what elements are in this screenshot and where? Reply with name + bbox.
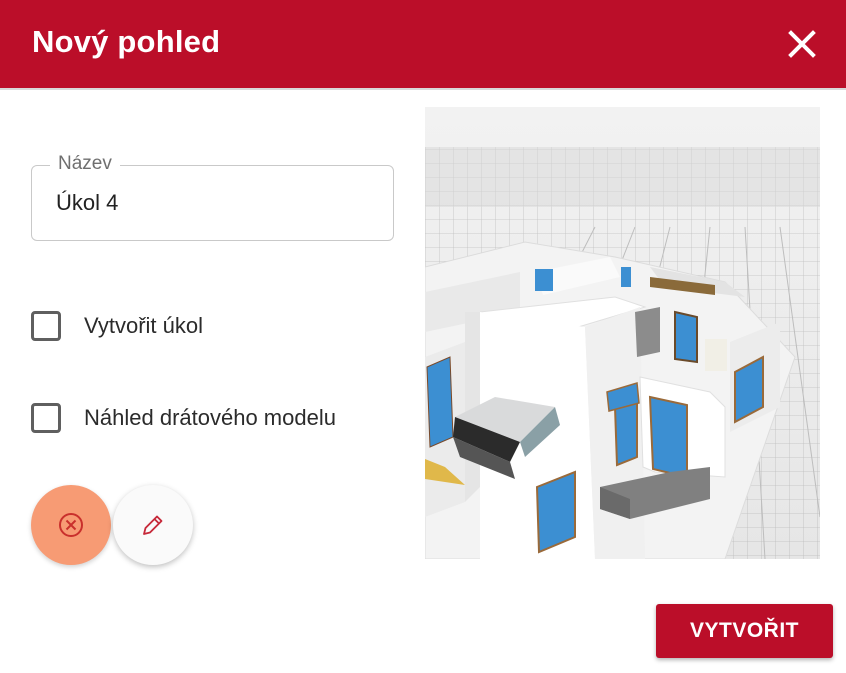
name-field-value[interactable]: Úkol 4 [56, 190, 118, 216]
name-field-label: Název [50, 153, 120, 175]
dialog-header: Nový pohled [0, 0, 846, 90]
cancel-round-button[interactable] [31, 485, 111, 565]
create-task-checkbox[interactable] [31, 311, 61, 341]
close-icon[interactable] [784, 26, 820, 62]
wireframe-preview-checkbox[interactable] [31, 403, 61, 433]
name-field[interactable]: Název Úkol 4 [31, 153, 394, 241]
edit-round-button[interactable] [113, 485, 193, 565]
create-button[interactable]: VYTVOŘIT [656, 604, 833, 658]
pencil-icon [143, 515, 163, 535]
circle-x-icon [59, 513, 83, 537]
wireframe-preview-row[interactable]: Náhled drátového modelu [31, 400, 336, 436]
dialog-title: Nový pohled [32, 24, 221, 59]
create-task-label: Vytvořit úkol [84, 313, 204, 338]
create-task-row[interactable]: Vytvořit úkol [31, 308, 203, 344]
model-preview-image [425, 107, 820, 559]
wireframe-preview-label: Náhled drátového modelu [84, 405, 336, 430]
floorplan-3d-illustration [425, 107, 820, 559]
new-view-dialog: Nový pohled Název Úkol 4 Vytvořit úkol N… [0, 0, 846, 673]
